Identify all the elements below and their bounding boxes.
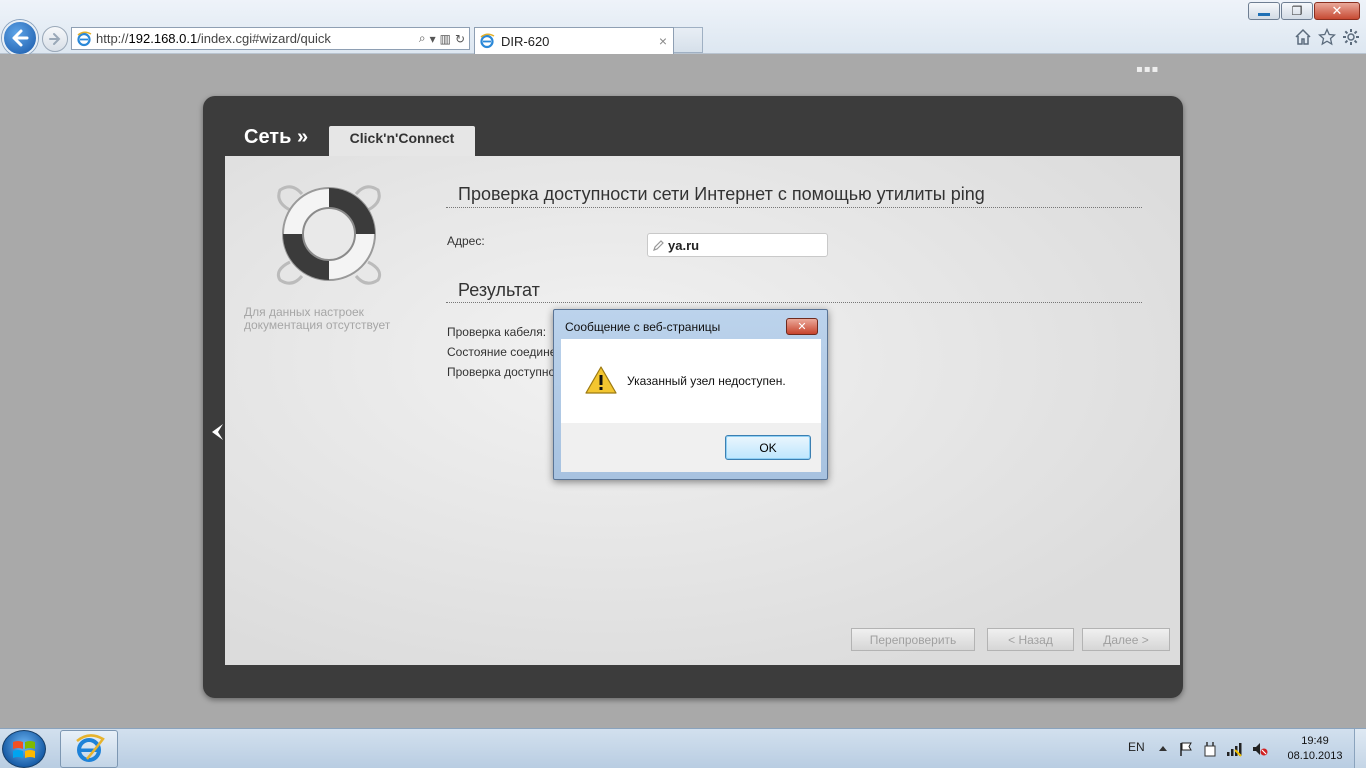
url-text[interactable]: http://192.168.0.1/index.cgi#wizard/quic… <box>96 31 331 46</box>
ping-heading: Проверка доступности сети Интернет с пом… <box>458 184 985 204</box>
dialog-close-button[interactable]: ✕ <box>786 318 818 335</box>
page-menu-dots[interactable]: ▪▪▪ <box>1136 64 1159 75</box>
action-center-flag-icon[interactable] <box>1178 741 1194 757</box>
show-desktop-button[interactable] <box>1354 729 1366 768</box>
restore-icon: ❐ <box>1291 4 1303 18</box>
browser-right-icons <box>1294 28 1360 46</box>
result-row-availability: Проверка доступно <box>447 365 556 379</box>
home-icon[interactable] <box>1294 28 1312 46</box>
close-icon: ✕ <box>1331 3 1343 19</box>
lifebuoy-icon <box>276 185 382 285</box>
close-window-button[interactable]: ✕ <box>1314 2 1360 20</box>
back-arrow-icon <box>12 29 29 47</box>
minimize-button[interactable] <box>1248 2 1280 20</box>
dialog-title: Сообщение с веб-страницы <box>565 320 721 334</box>
result-row-cable: Проверка кабеля: <box>447 325 547 339</box>
system-tray: EN 19:49 08.10.2013 <box>1118 729 1354 768</box>
forward-button[interactable] <box>42 26 68 52</box>
result-row-connection: Состояние соедине <box>447 345 557 359</box>
url-path: /index.cgi#wizard/quick <box>197 31 331 46</box>
language-indicator[interactable]: EN <box>1128 740 1145 754</box>
dialog-body: Указанный узел недоступен. <box>561 339 821 423</box>
network-signal-icon[interactable] <box>1226 741 1242 757</box>
internet-explorer-icon <box>76 734 105 762</box>
ie-page-icon <box>77 31 92 46</box>
show-hidden-icons-arrow-icon[interactable] <box>1158 741 1168 757</box>
settings-gear-icon[interactable] <box>1342 28 1360 46</box>
section-breadcrumb[interactable]: Сеть » <box>244 126 308 149</box>
back-button[interactable] <box>2 20 38 56</box>
compatibility-view-icon[interactable]: ▥ <box>440 32 451 46</box>
url-scheme: http:// <box>96 31 129 46</box>
window-controls: ❐ ✕ <box>1248 2 1360 20</box>
recheck-button[interactable]: Перепроверить <box>851 628 975 651</box>
clock-date: 08.10.2013 <box>1287 750 1343 762</box>
clock-time: 19:49 <box>1301 735 1329 747</box>
restore-button[interactable]: ❐ <box>1281 2 1313 20</box>
ping-address-value: ya.ru <box>668 237 700 253</box>
volume-muted-icon[interactable] <box>1252 741 1268 757</box>
address-tools: ⌕ ▾ ▥ ↻ <box>419 31 469 46</box>
dropdown-arrow-icon[interactable]: ▾ <box>430 32 436 46</box>
pencil-icon <box>653 239 664 251</box>
minimize-icon <box>1249 3 1279 19</box>
next-step-button[interactable]: Далее > <box>1082 628 1170 651</box>
back-step-button[interactable]: < Назад <box>987 628 1074 651</box>
browser-chrome: ❐ ✕ http://192.168.0.1/index.cgi#wizard/… <box>0 0 1366 56</box>
result-heading: Результат <box>458 280 540 300</box>
side-note: Для данных настроек документация отсутст… <box>244 305 391 332</box>
new-tab-button[interactable] <box>674 27 703 53</box>
ok-button[interactable]: OK <box>725 435 811 460</box>
taskbar-ie-button[interactable] <box>60 730 118 768</box>
result-divider <box>446 302 1142 303</box>
start-button[interactable] <box>2 730 46 768</box>
ie-tab-icon <box>480 33 495 49</box>
dialog-footer: OK <box>561 423 821 472</box>
message-dialog: Сообщение с веб-страницы ✕ Указанный узе… <box>553 309 828 480</box>
dialog-message: Указанный узел недоступен. <box>627 374 786 388</box>
tab-close-icon[interactable]: × <box>659 33 667 49</box>
heading-divider <box>446 207 1142 208</box>
clock[interactable]: 19:49 08.10.2013 <box>1286 734 1344 764</box>
refresh-icon[interactable]: ↻ <box>455 32 465 46</box>
windows-logo-icon <box>13 741 35 758</box>
tab-title: DIR-620 <box>501 33 550 49</box>
taskbar: EN 19:49 08.10.2013 <box>0 728 1366 768</box>
forward-arrow-icon <box>49 33 61 45</box>
favorites-star-icon[interactable] <box>1318 28 1336 46</box>
tab-dir-620[interactable]: DIR-620 × <box>474 27 674 54</box>
address-label: Адрес: <box>447 234 485 248</box>
warning-icon <box>585 366 617 394</box>
address-bar[interactable]: http://192.168.0.1/index.cgi#wizard/quic… <box>71 27 470 50</box>
search-icon[interactable]: ⌕ <box>419 31 426 46</box>
tab-clickn-connect[interactable]: Click'n'Connect <box>329 126 475 156</box>
safely-remove-hardware-icon[interactable] <box>1202 741 1218 757</box>
url-host: 192.168.0.1 <box>128 31 198 46</box>
collapse-left-arrow-icon[interactable] <box>209 422 225 442</box>
ping-address-input[interactable]: ya.ru <box>647 233 828 257</box>
